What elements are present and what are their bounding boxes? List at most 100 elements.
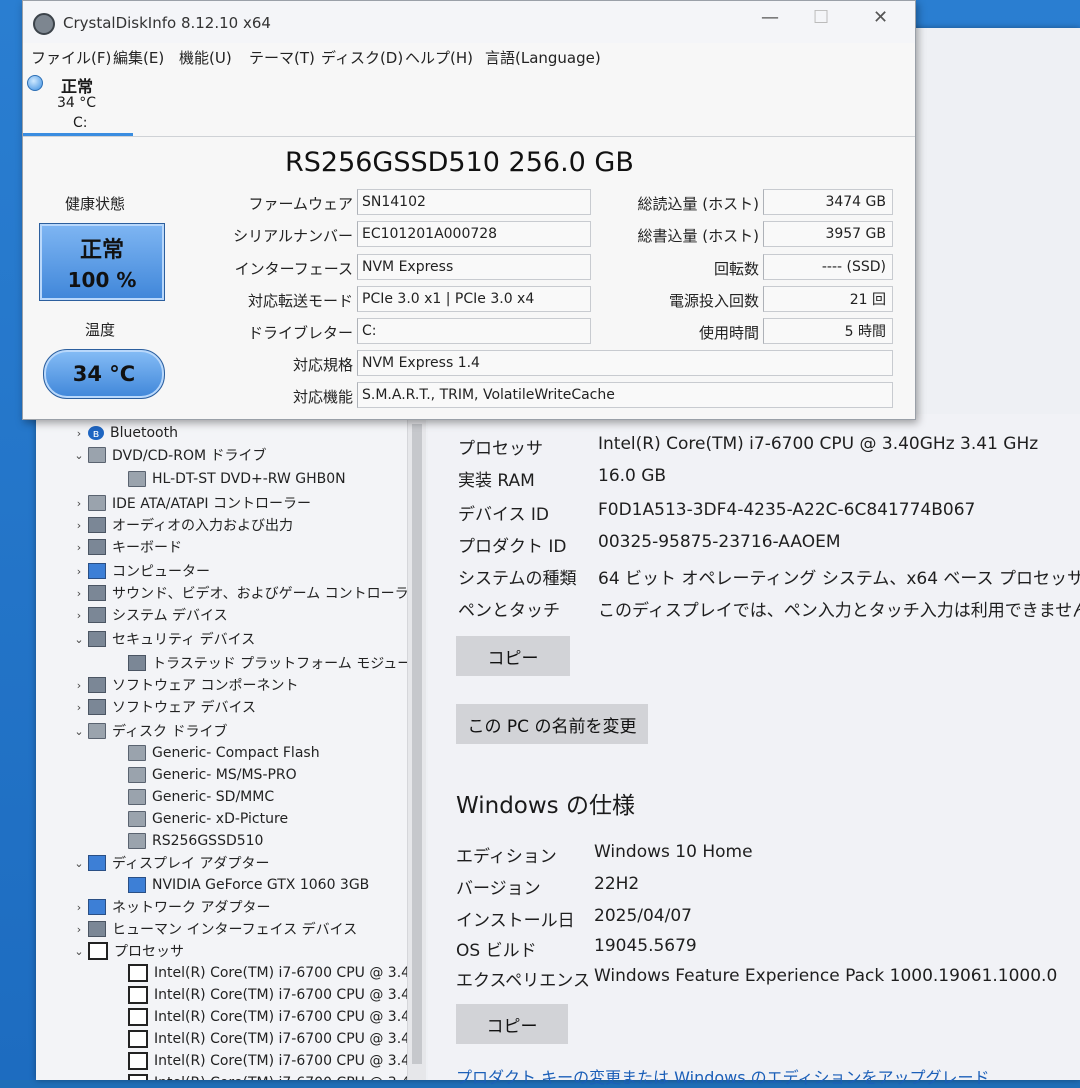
tree-item[interactable]: Generic- SD/MMC [110,786,274,808]
field-value: EC101201A000728 [357,221,591,247]
chevron-right-icon[interactable]: › [70,497,88,510]
windows-specs-title: Windows の仕様 [456,793,635,819]
copy-device-specs-button[interactable]: コピー [456,636,570,676]
chevron-right-icon[interactable]: › [70,519,88,532]
health-status-box[interactable]: 正常 100 % [39,223,165,301]
temperature-pill[interactable]: 34 °C [43,349,165,399]
tree-item[interactable]: › システム デバイス [70,604,228,626]
device-spec-value: このディスプレイでは、ペン入力とタッチ入力は利用できません [598,601,1080,621]
tree-item[interactable]: › ソフトウェア コンポーネント [70,674,298,696]
processor-icon [128,1052,148,1070]
tree-item[interactable]: Intel(R) Core(TM) i7-6700 CPU @ 3.40GH [110,984,426,1006]
windows-spec-label: エディション [456,847,557,867]
menu-theme[interactable]: テーマ(T) [249,47,315,68]
software-component-icon [88,677,106,693]
tree-item[interactable]: › サウンド、ビデオ、およびゲーム コントローラー [70,582,423,604]
tree-item-label: ソフトウェア コンポーネント [112,678,299,694]
tree-item-label: コンピューター [112,564,210,580]
menu-disk[interactable]: ディスク(D) [321,47,403,68]
tree-item[interactable]: Intel(R) Core(TM) i7-6700 CPU @ 3.40GH [110,1050,426,1072]
chevron-down-icon[interactable]: ⌄ [70,725,88,738]
health-percent-text: 100 % [67,268,137,292]
chevron-right-icon[interactable]: › [70,679,88,692]
window-title: CrystalDiskInfo 8.12.10 x64 [63,14,271,32]
tree-item[interactable]: HL-DT-ST DVD+-RW GHB0N [110,468,346,490]
tree-item[interactable]: Intel(R) Core(TM) i7-6700 CPU @ 3.40GH [110,1006,426,1028]
tree-item[interactable]: ⌄ セキュリティ デバイス [70,628,255,650]
menu-function[interactable]: 機能(U) [179,47,232,68]
security-device-icon [128,655,146,671]
disk-drive-icon [88,723,106,739]
tree-item[interactable]: Generic- xD-Picture [110,808,288,830]
tree-item[interactable]: › ヒューマン インターフェイス デバイス [70,918,357,940]
field-label: 対応規格 [292,356,353,374]
chevron-right-icon[interactable]: › [70,923,88,936]
chevron-right-icon[interactable]: › [70,901,88,914]
tree-item-label: Intel(R) Core(TM) i7-6700 CPU @ 3.40GH [154,1031,426,1047]
tree-item[interactable]: › オーディオの入力および出力 [70,514,293,536]
temperature-label: 温度 [85,321,116,339]
windows-spec-value: Windows 10 Home [594,842,753,862]
rename-pc-button[interactable]: この PC の名前を変更 [456,704,648,744]
tree-item[interactable]: › キーボード [70,536,182,558]
health-status-text: 正常 [79,238,124,263]
chevron-right-icon[interactable]: › [70,701,88,714]
copy-windows-specs-button[interactable]: コピー [456,1004,568,1044]
ide-controller-icon [88,495,106,511]
chevron-down-icon[interactable]: ⌄ [70,449,88,462]
close-icon[interactable]: ✕ [873,7,888,28]
product-key-link[interactable]: プロダクト キーの変更または Windows のエディションをアップグレード [456,1064,990,1088]
chevron-down-icon[interactable]: ⌄ [70,633,88,646]
tree-item[interactable]: Generic- Compact Flash [110,742,320,764]
tree-item[interactable]: › ネットワーク アダプター [70,896,270,918]
device-spec-label: プロセッサ [458,439,543,459]
tree-item-label: Bluetooth [110,425,178,441]
processor-icon [128,1008,148,1026]
tree-item-label: サウンド、ビデオ、およびゲーム コントローラー [112,586,423,602]
chevron-down-icon[interactable]: ⌄ [70,857,88,870]
device-spec-value: Intel(R) Core(TM) i7-6700 CPU @ 3.40GHz … [598,434,1039,454]
tree-item[interactable]: › ʙ Bluetooth [70,422,178,444]
drive-tab-c[interactable]: 正常 34 °C C: [23,69,133,135]
chevron-right-icon[interactable]: › [70,587,88,600]
tree-item[interactable]: › IDE ATA/ATAPI コントローラー [70,492,311,514]
computer-icon [88,563,106,579]
device-spec-label: 実装 RAM [458,471,535,491]
tree-item[interactable]: › コンピューター [70,560,210,582]
field-label: 対応機能 [292,388,353,406]
tree-item[interactable]: › ソフトウェア デバイス [70,696,256,718]
chevron-right-icon[interactable]: › [70,541,88,554]
tree-item[interactable]: Intel(R) Core(TM) i7-6700 CPU @ 3.40GH [110,1072,426,1080]
field-label: 使用時間 [698,324,759,342]
tree-item[interactable]: Generic- MS/MS-PRO [110,764,297,786]
menu-file[interactable]: ファイル(F) [31,47,111,68]
tree-item[interactable]: RS256GSSD510 [110,830,263,852]
field-label: ドライブレター [247,324,353,342]
menu-bar: ファイル(F) 編集(E) 機能(U) テーマ(T) ディスク(D) ヘルプ(H… [23,45,915,69]
chevron-right-icon[interactable]: › [70,565,88,578]
chevron-right-icon[interactable]: › [70,427,88,440]
chevron-down-icon[interactable]: ⌄ [70,945,88,958]
tree-item-label: Intel(R) Core(TM) i7-6700 CPU @ 3.40GH [154,965,426,981]
tree-item[interactable]: Intel(R) Core(TM) i7-6700 CPU @ 3.40GH [110,962,426,984]
device-manager-scrollbar[interactable] [407,414,426,1080]
scrollbar-thumb[interactable] [412,424,422,1064]
field-label: インターフェース [234,260,353,278]
menu-language[interactable]: 言語(Language) [485,47,601,68]
minimize-icon[interactable]: — [761,7,779,28]
tree-item[interactable]: NVIDIA GeForce GTX 1060 3GB [110,874,369,896]
tree-item[interactable]: トラステッド プラットフォーム モジュール 2.0 [110,652,426,674]
field-value: S.M.A.R.T., TRIM, VolatileWriteCache [357,382,893,408]
drive-tab-status: 正常 [61,77,94,96]
tree-item[interactable]: Intel(R) Core(TM) i7-6700 CPU @ 3.40GH [110,1028,426,1050]
chevron-right-icon[interactable]: › [70,609,88,622]
tree-item[interactable]: ⌄ ディスク ドライブ [70,720,227,742]
maximize-icon[interactable]: ☐ [813,7,829,28]
tree-item[interactable]: ⌄ DVD/CD-ROM ドライブ [70,444,267,466]
windows-spec-value: 2025/04/07 [594,906,692,926]
tree-item[interactable]: ⌄ ディスプレイ アダプター [70,852,269,874]
menu-edit[interactable]: 編集(E) [113,47,164,68]
menu-help[interactable]: ヘルプ(H) [405,47,473,68]
tree-item[interactable]: ⌄ プロセッサ [70,940,184,962]
field-label: 総読込量 (ホスト) [637,195,759,213]
